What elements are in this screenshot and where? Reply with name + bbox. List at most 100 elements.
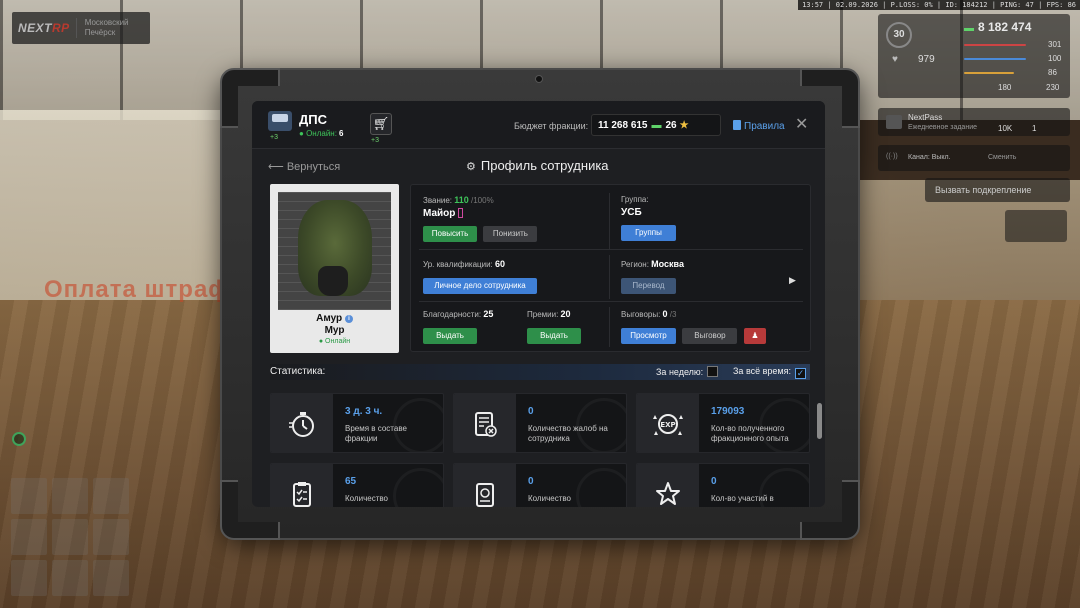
logo-text-right: RP — [52, 21, 70, 35]
divider — [419, 249, 803, 250]
server-info: Московский Печёрск — [75, 18, 129, 38]
personal-file-button[interactable]: Личное дело сотрудника — [423, 278, 537, 294]
back-label: Вернуться — [286, 161, 341, 173]
heart-icon: ♥ — [892, 54, 898, 65]
divider — [419, 301, 803, 302]
rank-progress-max: /100% — [471, 196, 494, 205]
all-time-filter[interactable]: За всё время: ✓ — [733, 366, 806, 379]
group-label: Группа: — [621, 195, 649, 204]
groups-button[interactable]: Группы — [621, 225, 676, 241]
group-value: УСБ — [621, 207, 642, 218]
logo-text-left: NEXT — [18, 21, 53, 35]
all-time-checkbox[interactable]: ✓ — [794, 368, 806, 379]
qualification-value: 60 — [495, 259, 506, 269]
complaint-icon — [454, 394, 516, 452]
call-backup-button[interactable]: Вызвать подкрепление — [925, 178, 1070, 202]
star-icon: ★ — [679, 120, 689, 131]
stat-value-230: 230 — [1046, 83, 1060, 92]
employee-name: Амур i Мур — [270, 313, 399, 337]
stat-label: Количество жалоб на сотрудника — [528, 424, 608, 443]
exp-icon: EXP — [637, 394, 699, 452]
reprimand-value: 0 — [662, 309, 668, 319]
chevron-right-icon[interactable]: ▶ — [789, 275, 796, 286]
promote-button[interactable]: Повысить — [423, 226, 477, 242]
nextpass-count: 1 — [1032, 124, 1037, 133]
give-bonus-button[interactable]: Выдать — [527, 328, 581, 344]
stat-label: Количество — [528, 494, 571, 503]
stat-card: 0 Кол-во участий в — [636, 463, 810, 507]
statistics-title: Статистика: — [270, 366, 326, 377]
stat-card: 65 Количество — [270, 463, 444, 507]
give-thanks-button[interactable]: Выдать — [423, 328, 477, 344]
rank-marker-icon — [458, 208, 464, 218]
quickslot[interactable] — [11, 478, 47, 514]
nextpass-subtitle: Ежедневное задание — [908, 124, 977, 131]
gear-icon: ⚙ — [466, 161, 476, 173]
stopwatch-icon — [271, 394, 333, 452]
group-section: Группа: УСБ Группы — [621, 195, 676, 241]
faction-name: ДПС — [299, 112, 327, 127]
employee-status: ● Онлайн — [318, 338, 351, 345]
quickslot[interactable] — [11, 560, 47, 596]
quickslot[interactable] — [93, 560, 129, 596]
stat-value-100: 100 — [1048, 54, 1062, 63]
stat-value: 65 — [345, 476, 357, 487]
money-display: ▬ 8 182 474 — [964, 20, 1031, 34]
stat-label: Кол-во полученного фракционного опыта — [711, 424, 789, 443]
cash-icon: ▬ — [651, 120, 662, 131]
qualification-label: Ур. квалификации: — [423, 260, 493, 269]
hud-mini-widget — [1005, 210, 1067, 242]
qualification-actions: Личное дело сотрудника — [423, 275, 537, 294]
minimap-marker-icon — [12, 432, 26, 446]
week-checkbox[interactable] — [707, 366, 719, 377]
nextpass-icon — [886, 115, 902, 129]
rules-button[interactable]: Правила — [733, 120, 785, 132]
quickslot[interactable] — [93, 478, 129, 514]
info-icon[interactable]: i — [344, 315, 353, 323]
view-reprimands-button[interactable]: Просмотр — [621, 328, 676, 344]
region-label: Регион: — [621, 260, 649, 269]
server-logo: NEXTRP Московский Печёрск — [12, 12, 150, 44]
radio-icon: ((·)) — [886, 153, 898, 160]
quickslot[interactable] — [52, 519, 88, 555]
transfer-button[interactable]: Перевод — [621, 278, 676, 294]
fire-employee-button[interactable]: ♟ — [743, 328, 766, 344]
rank-progress: 110 — [454, 195, 469, 205]
faction-header: +3 ДПС ● Онлайн: 6 🛒︎ +3 Бюджет фракции: … — [252, 101, 825, 149]
rules-label: Правила — [744, 121, 785, 132]
back-button[interactable]: ⟵ Вернуться — [268, 160, 340, 173]
thanks-section: Благодарности: 25 Выдать — [423, 309, 493, 344]
divider — [609, 307, 610, 347]
page-title: ⚙ Профиль сотрудника — [466, 158, 609, 173]
demote-button[interactable]: Понизить — [483, 226, 538, 242]
nextpass-widget[interactable]: NextPass Ежедневное задание 10K 1 — [878, 108, 1070, 136]
quickslot[interactable] — [52, 478, 88, 514]
week-filter[interactable]: За неделю: — [656, 366, 719, 377]
rank-value: Майор — [423, 208, 456, 219]
radio-channel-widget[interactable]: ((·)) Канал: Выкл. Сменить — [878, 145, 1070, 171]
nextpass-reward: 10K — [998, 124, 1013, 133]
give-reprimand-button[interactable]: Выговор — [682, 328, 738, 344]
close-icon[interactable]: ✕ — [795, 114, 808, 134]
thanks-label: Благодарности: — [423, 310, 482, 319]
stat-card: 0 Количество жалоб на сотрудника — [453, 393, 627, 453]
stats-scrollbar[interactable] — [817, 403, 822, 439]
level-badge: 30 — [886, 22, 912, 48]
quickslot[interactable] — [11, 519, 47, 555]
stat-value: 179093 — [711, 406, 745, 417]
stat-label: Время в составе фракции — [345, 424, 407, 443]
armor-bar — [964, 58, 1026, 60]
employee-last-name: Мур — [324, 325, 345, 336]
quickslot[interactable] — [52, 560, 88, 596]
quickslot[interactable] — [93, 519, 129, 555]
reprimand-row: Выговоры: 0 /3 — [621, 309, 766, 319]
rank-actions: Повысить Понизить — [423, 223, 538, 242]
book-icon — [733, 120, 741, 130]
faction-online: ● Онлайн: 6 — [299, 129, 344, 138]
employee-photo-card: Амур i Мур ● Онлайн — [270, 184, 399, 353]
statistics-header: Статистика: За неделю: За всё время: ✓ — [270, 364, 810, 380]
star-icon — [637, 464, 699, 507]
rank-label: Звание: — [423, 196, 452, 205]
shop-cart-icon[interactable]: 🛒︎ — [370, 113, 392, 135]
thanks-actions: Выдать — [423, 325, 493, 344]
